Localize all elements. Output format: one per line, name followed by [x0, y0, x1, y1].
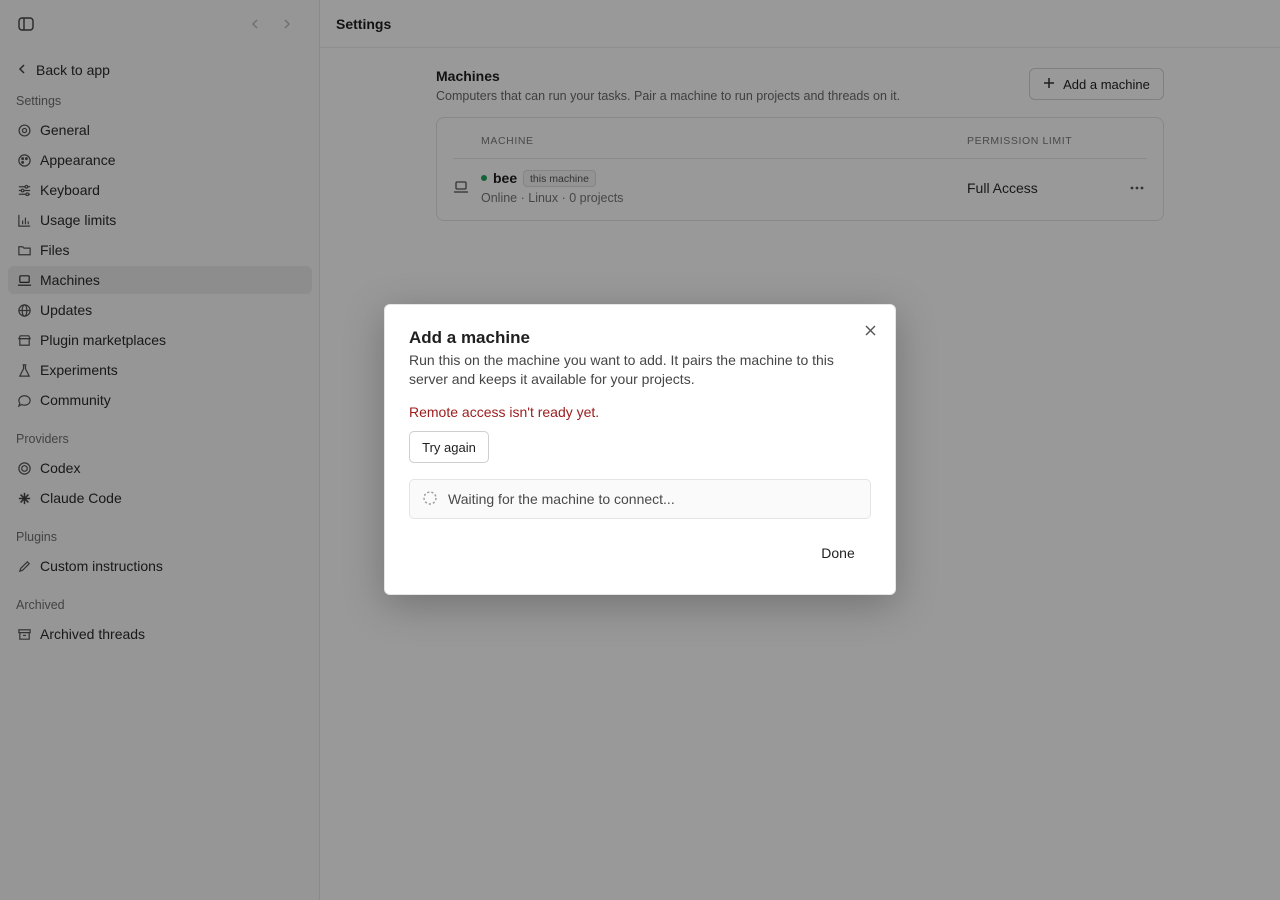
waiting-label: Waiting for the machine to connect... — [448, 491, 675, 507]
dialog-title: Add a machine — [409, 328, 530, 347]
done-button[interactable]: Done — [805, 537, 871, 569]
error-message: Remote access isn't ready yet. — [409, 404, 600, 420]
add-machine-dialog: Add a machine Run this on the machine yo… — [384, 304, 896, 595]
close-icon[interactable] — [861, 321, 879, 339]
try-again-button[interactable]: Try again — [409, 431, 489, 463]
dialog-description: Run this on the machine you want to add.… — [409, 352, 834, 387]
waiting-status: Waiting for the machine to connect... — [409, 479, 871, 519]
spinner-icon — [422, 490, 438, 509]
